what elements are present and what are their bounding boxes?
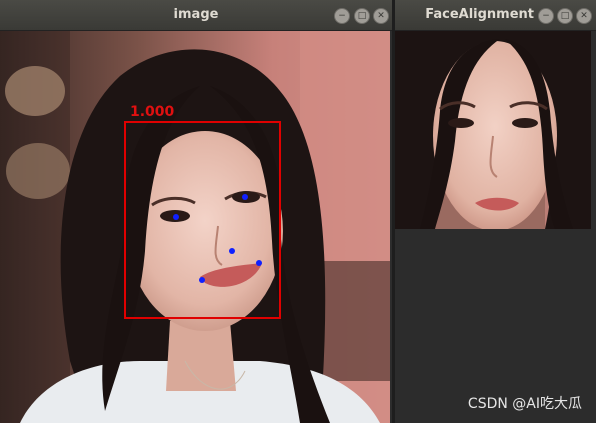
landmark-right-eye	[242, 194, 248, 200]
aligned-face-photo	[395, 31, 591, 229]
close-icon[interactable]: ✕	[576, 8, 592, 24]
minimize-icon[interactable]: −	[538, 8, 554, 24]
detection-score: 1.000	[130, 104, 175, 120]
watermark-text: CSDN @AI吃大瓜	[467, 396, 582, 412]
detection-overlay	[124, 121, 281, 319]
maximize-icon[interactable]: □	[557, 8, 573, 24]
minimize-icon[interactable]: −	[334, 8, 350, 24]
close-icon[interactable]: ✕	[373, 8, 389, 24]
maximize-icon[interactable]: □	[354, 8, 370, 24]
window-title: FaceAlignment	[425, 7, 534, 22]
image-canvas: 1.000	[0, 31, 390, 423]
landmark-nose	[229, 248, 235, 254]
face-alignment-titlebar[interactable]: FaceAlignment − □ ✕	[395, 0, 596, 31]
landmark-mouth-right	[256, 260, 262, 266]
face-alignment-canvas	[395, 31, 596, 423]
landmark-mouth-left	[199, 277, 205, 283]
image-titlebar[interactable]: image − □ ✕	[0, 0, 392, 31]
face-bounding-box	[124, 121, 281, 319]
image-window: image − □ ✕ 1.000	[0, 0, 392, 423]
landmark-left-eye	[173, 214, 179, 220]
face-alignment-window: FaceAlignment − □ ✕	[395, 0, 596, 423]
